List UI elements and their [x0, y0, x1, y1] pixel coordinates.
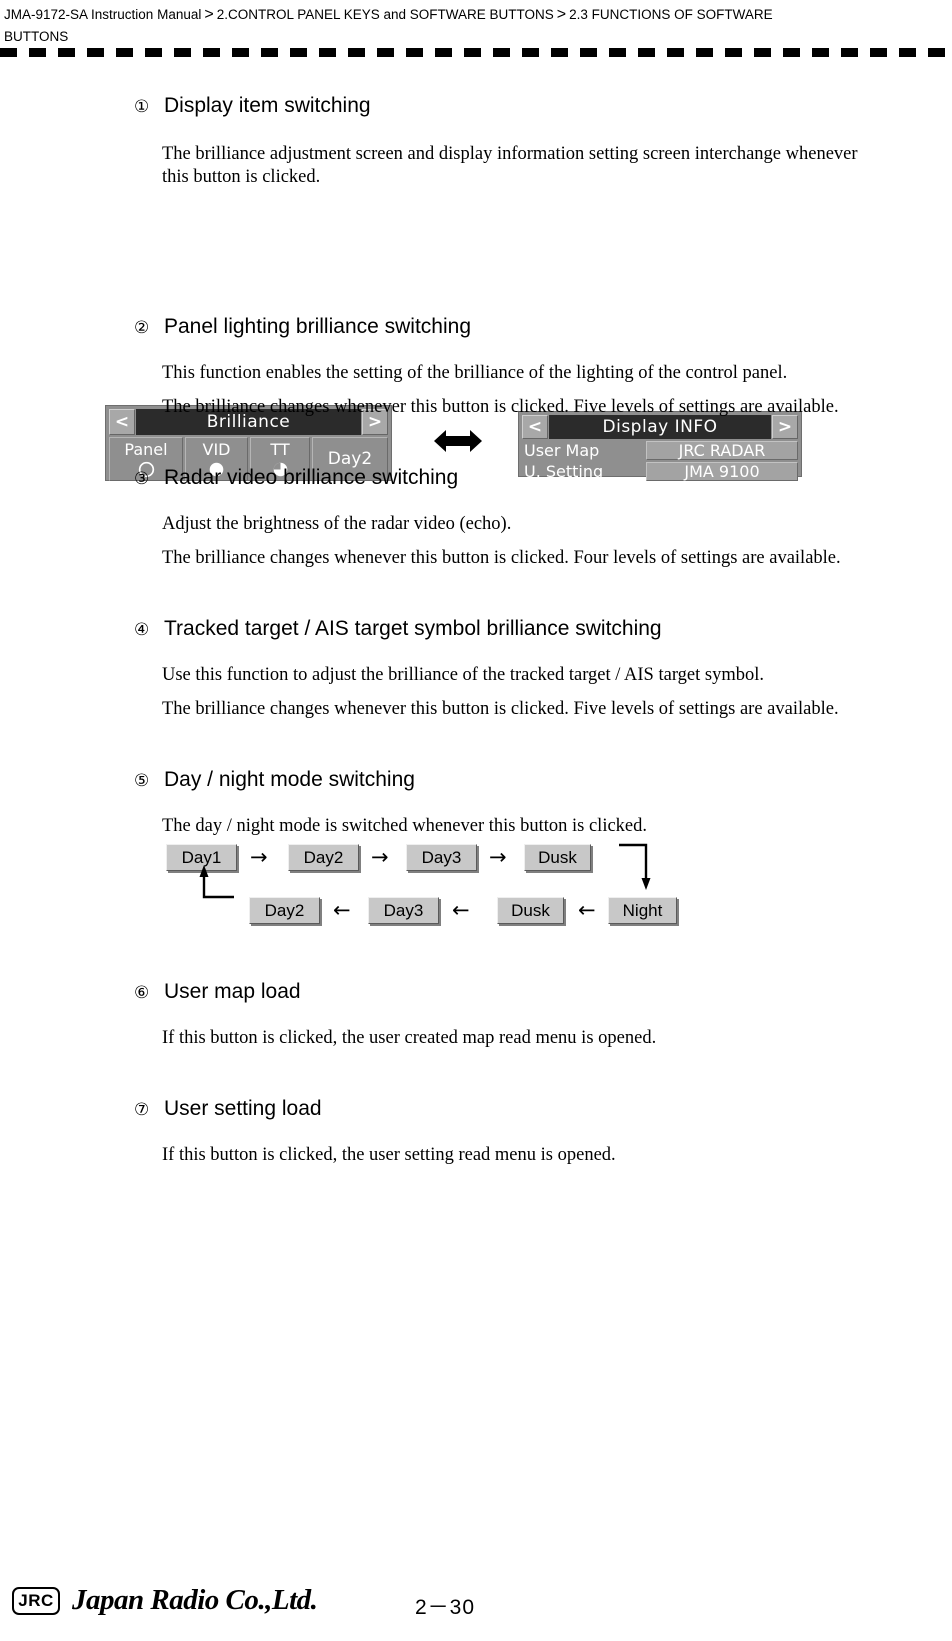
- brilliance-key-panel-label: Panel: [124, 440, 168, 459]
- breadcrumb-chapter: 2.CONTROL PANEL KEYS and SOFTWARE BUTTON…: [216, 7, 554, 22]
- page-header: JMA-9172-SA Instruction Manual >2.CONTROL…: [0, 0, 952, 48]
- company-name: Japan Radio Co.,Ltd.: [72, 1584, 318, 1616]
- breadcrumb-manual: JMA-9172-SA Instruction Manual: [4, 7, 202, 22]
- section-7: ⑦ User setting load If this button is cl…: [0, 1095, 952, 1167]
- section-1-paragraph-1: The brilliance adjustment screen and dis…: [162, 144, 858, 187]
- section-7-number: ⑦: [134, 1100, 150, 1120]
- section-4-number: ④: [134, 620, 150, 640]
- jrc-logo-mark: JRC: [12, 1587, 60, 1615]
- section-5-paragraph-1: The day / night mode is switched wheneve…: [162, 816, 648, 836]
- mode-button-dusk-bottom[interactable]: Dusk: [497, 897, 564, 924]
- section-1-heading: ① Display item switching: [134, 92, 952, 121]
- display-info-row-user-map-label: User Map: [524, 441, 600, 460]
- page-number: 2－30: [415, 1596, 476, 1619]
- section-7-title: User setting load: [164, 1097, 322, 1120]
- section-2: ② Panel lighting brilliance switching Th…: [0, 313, 952, 419]
- section-3-number: ③: [134, 469, 150, 489]
- section-1: ① Display item switching The brilliance …: [0, 92, 952, 189]
- panel-comparison-figure: < Brilliance > Panel VID TT Day2 < Displ…: [0, 189, 952, 481]
- cycle-arrow-top-3: →: [489, 845, 507, 869]
- section-4-paragraph-2: The brilliance changes whenever this but…: [162, 699, 839, 719]
- mode-button-night[interactable]: Night: [608, 897, 677, 924]
- mode-button-day3-bottom[interactable]: Day3: [368, 897, 439, 924]
- display-info-row-user-map-value[interactable]: JRC RADAR: [646, 441, 798, 460]
- section-3-paragraph-1: Adjust the brightness of the radar video…: [162, 514, 512, 534]
- section-7-paragraph-1: If this button is clicked, the user sett…: [162, 1145, 616, 1165]
- section-3-heading: ③ Radar video brilliance switching: [134, 464, 952, 493]
- cycle-arrow-bottom-2: ←: [452, 898, 470, 922]
- section-7-heading: ⑦ User setting load: [134, 1095, 952, 1124]
- breadcrumb-separator-2: >: [556, 6, 567, 23]
- cycle-arrow-top-1: →: [250, 845, 268, 869]
- section-4-paragraph-1: Use this function to adjust the brillian…: [162, 665, 764, 685]
- section-2-heading: ② Panel lighting brilliance switching: [134, 313, 952, 342]
- mode-button-day2-bottom[interactable]: Day2: [249, 897, 320, 924]
- section-6-number: ⑥: [134, 983, 150, 1003]
- display-info-row-user-map[interactable]: User Map JRC RADAR: [522, 441, 798, 460]
- section-6-title: User map load: [164, 980, 301, 1003]
- section-2-paragraph-2: The brilliance changes whenever this but…: [162, 397, 839, 417]
- section-1-number: ①: [134, 97, 150, 117]
- page-footer: JRC Japan Radio Co.,Ltd. 2－30: [0, 1571, 952, 1641]
- section-6-paragraph-1: If this button is clicked, the user crea…: [162, 1028, 657, 1048]
- mode-button-dusk-top[interactable]: Dusk: [524, 844, 591, 871]
- section-5-number: ⑤: [134, 771, 150, 791]
- section-1-title: Display item switching: [164, 94, 371, 117]
- brilliance-key-tt-label: TT: [270, 440, 290, 459]
- cycle-arrow-bottom-1: ←: [333, 898, 351, 922]
- section-6: ⑥ User map load If this button is clicke…: [0, 978, 952, 1050]
- section-4-title: Tracked target / AIS target symbol brill…: [164, 617, 662, 640]
- section-6-heading: ⑥ User map load: [134, 978, 952, 1007]
- cycle-wrap-left-up-arrow-icon: [199, 865, 234, 899]
- breadcrumb: JMA-9172-SA Instruction Manual >2.CONTROL…: [4, 4, 834, 48]
- section-4-heading: ④ Tracked target / AIS target symbol bri…: [134, 615, 952, 644]
- section-2-number: ②: [134, 318, 150, 338]
- mode-button-day2-top[interactable]: Day2: [288, 844, 359, 871]
- section-5-heading: ⑤ Day / night mode switching: [134, 766, 952, 795]
- header-dashed-divider: [0, 48, 952, 57]
- section-2-paragraph-1: This function enables the setting of the…: [162, 363, 788, 383]
- left-right-arrow-icon: [434, 430, 482, 452]
- mode-button-day3-top[interactable]: Day3: [406, 844, 477, 871]
- section-4: ④ Tracked target / AIS target symbol bri…: [0, 615, 952, 721]
- cycle-arrow-bottom-3: ←: [578, 898, 596, 922]
- brilliance-key-vid-label: VID: [202, 440, 231, 459]
- cycle-wrap-right-down-arrow-icon: [619, 843, 651, 890]
- section-5: ⑤ Day / night mode switching The day / n…: [0, 766, 952, 934]
- section-2-title: Panel lighting brilliance switching: [164, 315, 472, 338]
- section-5-title: Day / night mode switching: [164, 768, 415, 791]
- day-night-cycle-diagram: Day1 → Day2 → Day3 → Dusk Day2 ← Day3 ← …: [0, 838, 952, 934]
- document-body: ① Display item switching The brilliance …: [0, 92, 952, 1167]
- section-3-title: Radar video brilliance switching: [164, 466, 459, 489]
- section-3-paragraph-2: The brilliance changes whenever this but…: [162, 548, 841, 568]
- section-3: ③ Radar video brilliance switching Adjus…: [0, 464, 952, 570]
- cycle-arrow-top-2: →: [371, 845, 389, 869]
- breadcrumb-separator-1: >: [204, 6, 214, 23]
